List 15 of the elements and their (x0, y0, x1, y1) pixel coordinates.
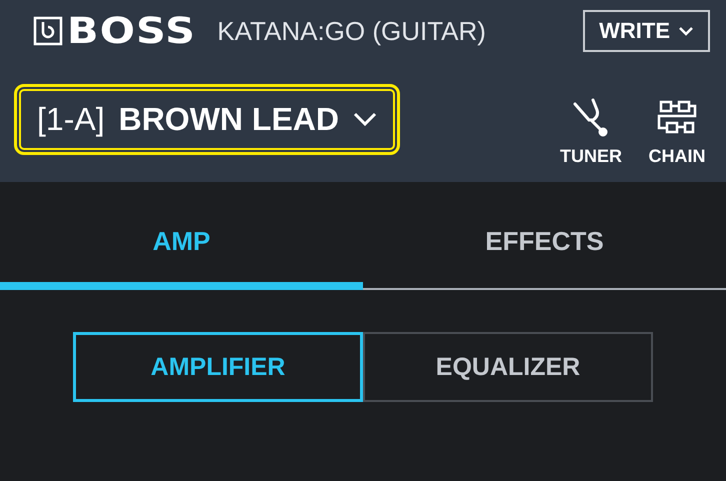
device-name: KATANA:GO (GUITAR) (217, 16, 487, 46)
chain-button[interactable]: CHAIN (642, 94, 712, 168)
preset-name: BROWN LEAD (118, 100, 339, 138)
segment-tab[interactable]: EQUALIZER (363, 332, 653, 402)
tab[interactable]: AMP (0, 182, 363, 290)
logo-icon (33, 16, 63, 46)
write-button[interactable]: WRITE (583, 10, 710, 52)
tuner-button[interactable]: TUNER (556, 94, 626, 168)
preset-selector[interactable]: [1-A] BROWN LEAD (14, 84, 400, 154)
chevron-down-icon (678, 26, 694, 36)
preset-number: [1-A] (37, 100, 105, 138)
tab[interactable]: EFFECTS (363, 182, 726, 290)
segment-tab[interactable]: AMPLIFIER (73, 332, 363, 402)
chevron-down-icon (353, 112, 377, 126)
brand-logo: BOSS (67, 10, 196, 52)
